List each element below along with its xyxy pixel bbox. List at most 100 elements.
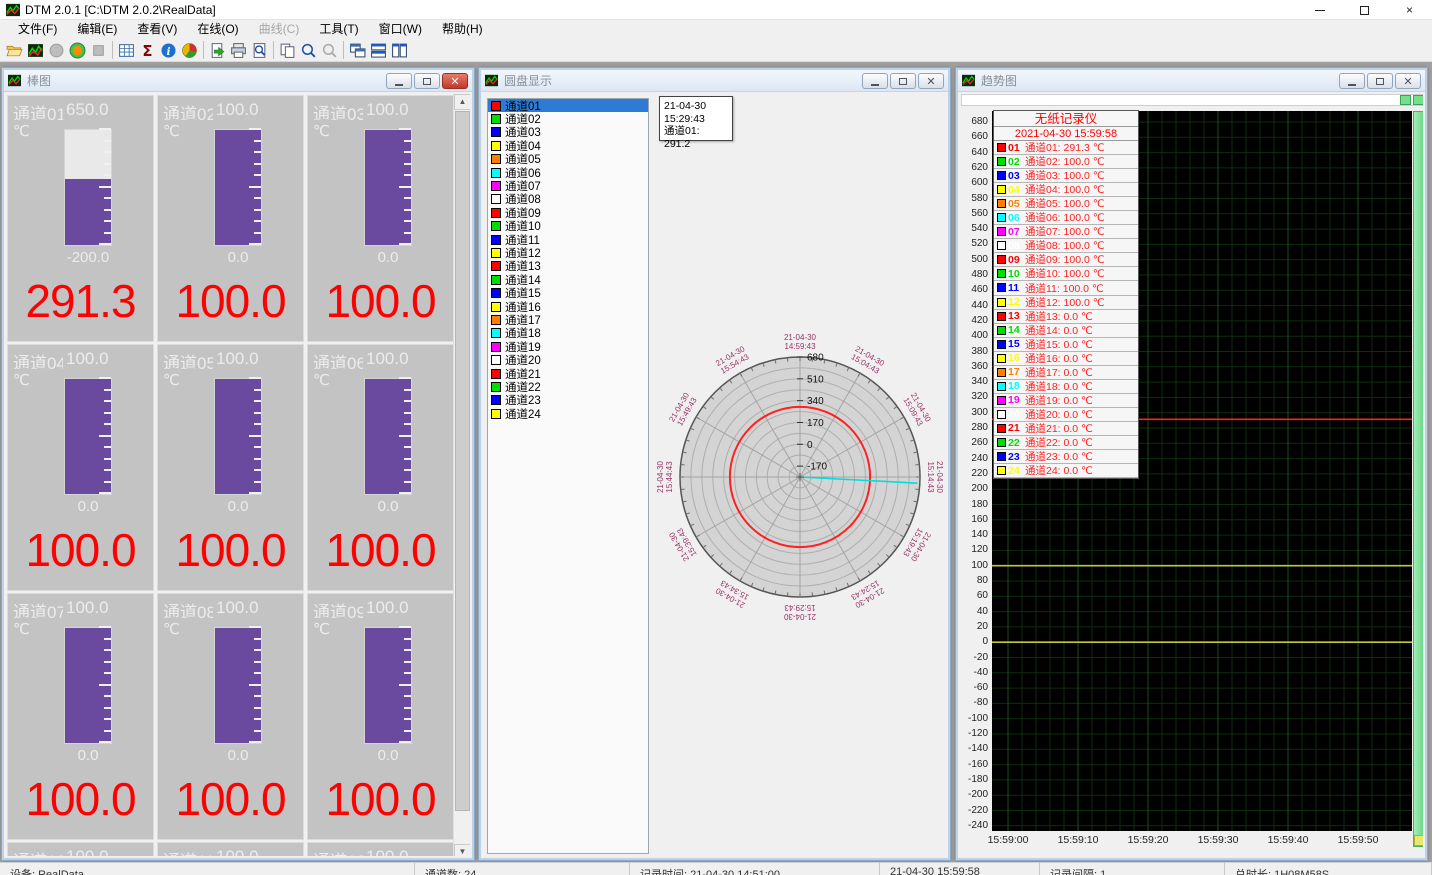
legend-color-swatch: [997, 396, 1006, 405]
legend-channel-number: 14: [1008, 324, 1025, 336]
open-folder-icon[interactable]: [4, 40, 25, 60]
bar-window-scrollbar[interactable]: ▲ ▼: [453, 94, 470, 856]
x-axis-tick-label: 15:59:40: [1258, 834, 1318, 846]
main-title-bar[interactable]: DTM 2.0.1 [C:\DTM 2.0.2\RealData] ×: [0, 0, 1432, 20]
channel-name: 通道02: [163, 100, 213, 120]
bar-track: [214, 378, 262, 495]
y-axis-tick-label: 400: [960, 330, 988, 341]
tile-vertical-icon[interactable]: [389, 40, 410, 60]
disc-minimize-button[interactable]: [862, 73, 888, 89]
sum-icon[interactable]: Σ: [137, 40, 158, 60]
trend-restore-button[interactable]: [1367, 73, 1393, 89]
legend-channel-value: 通道07: 100.0 ℃: [1025, 224, 1105, 239]
legend-channel-number: 02: [1008, 156, 1025, 168]
legend-channel-number: 05: [1008, 198, 1025, 210]
record-disabled-icon[interactable]: [46, 40, 67, 60]
legend-channel-number: 16: [1008, 352, 1025, 364]
legend-color-swatch: [997, 255, 1006, 264]
channel-color-swatch: [491, 355, 501, 365]
trend-window-title-bar[interactable]: 趋势图 ✕: [958, 70, 1425, 92]
menu-edit[interactable]: 编辑(E): [67, 20, 127, 39]
data-table-icon[interactable]: [116, 40, 137, 60]
channel-color-swatch: [491, 154, 501, 164]
trend-legend: 无纸记录仪 2021-04-30 15:59:58 01通道01: 291.3 …: [993, 110, 1139, 479]
legend-channel-number: 09: [1008, 254, 1025, 266]
menu-window[interactable]: 窗口(W): [369, 20, 432, 39]
disc-window-title-bar[interactable]: 圆盘显示 ✕: [481, 70, 948, 92]
bar-gauge-grid: 通道01650.0℃-200.0291.3通道02100.0℃0.0100.0通…: [6, 94, 456, 856]
close-button[interactable]: ×: [1387, 0, 1432, 20]
scroll-down-icon[interactable]: ▼: [454, 844, 470, 856]
print-icon[interactable]: [228, 40, 249, 60]
legend-channel-number: 22: [1008, 437, 1025, 449]
bar-minimize-button[interactable]: [386, 73, 412, 89]
legend-color-swatch: [997, 241, 1006, 250]
channel-color-swatch: [491, 248, 501, 258]
copy-icon[interactable]: [277, 40, 298, 60]
disc-restore-button[interactable]: [890, 73, 916, 89]
svg-text:-170: -170: [807, 462, 827, 473]
menu-view[interactable]: 查看(V): [127, 20, 187, 39]
svg-text:Σ: Σ: [142, 42, 152, 59]
trend-window-title: 趋势图: [981, 72, 1017, 89]
maximize-button[interactable]: [1342, 0, 1387, 20]
scroll-corner-icon[interactable]: [1414, 835, 1423, 846]
channel-color-swatch: [491, 127, 501, 137]
menu-file[interactable]: 文件(F): [8, 20, 67, 39]
y-axis-tick-label: -160: [960, 759, 988, 770]
info-icon[interactable]: i: [158, 40, 179, 60]
cascade-windows-icon[interactable]: [347, 40, 368, 60]
scale-min: 0.0: [158, 249, 318, 266]
bar-gauge-cell: 通道04100.0℃0.0100.0: [7, 344, 154, 591]
zoom-disabled-icon[interactable]: [319, 40, 340, 60]
menu-curve[interactable]: 曲线(C): [249, 20, 310, 39]
scroll-arrow-icon[interactable]: [1413, 95, 1423, 105]
y-axis-tick-label: 500: [960, 254, 988, 265]
bar-chart-window: 棒图 ✕ 通道01650.0℃-200.0291.3通道02100.0℃0.01…: [2, 68, 474, 860]
scroll-thumb-icon[interactable]: [1400, 95, 1411, 105]
realtime-chart-icon[interactable]: [25, 40, 46, 60]
pie-chart-icon[interactable]: [179, 40, 200, 60]
y-axis-tick-label: 480: [960, 269, 988, 280]
bar-restore-button[interactable]: [414, 73, 440, 89]
y-axis-tick-label: -240: [960, 820, 988, 831]
channel-name: 通道06: [313, 349, 363, 369]
stop-disabled-icon[interactable]: [88, 40, 109, 60]
trend-v-scrollbar[interactable]: [1413, 111, 1423, 847]
print-preview-icon[interactable]: [249, 40, 270, 60]
y-axis-tick-label: -180: [960, 774, 988, 785]
menu-help[interactable]: 帮助(H): [432, 20, 493, 39]
channel-item[interactable]: 通道24: [488, 407, 648, 420]
menu-online[interactable]: 在线(O): [187, 20, 248, 39]
bar-close-button[interactable]: ✕: [442, 73, 468, 89]
svg-text:21-04-30: 21-04-30: [935, 461, 944, 494]
legend-row: 01通道01: 291.3 ℃: [994, 141, 1138, 155]
trend-h-scrollbar[interactable]: [961, 94, 1423, 106]
y-axis-tick-label: 220: [960, 468, 988, 479]
bar-track: [214, 129, 262, 246]
legend-row: 16通道16: 0.0 ℃: [994, 352, 1138, 366]
trend-minimize-button[interactable]: [1339, 73, 1365, 89]
legend-row: 05通道05: 100.0 ℃: [994, 197, 1138, 211]
legend-row: 15通道15: 0.0 ℃: [994, 338, 1138, 352]
scroll-up-icon[interactable]: ▲: [454, 94, 470, 110]
channel-color-swatch: [491, 208, 501, 218]
trend-close-button[interactable]: ✕: [1395, 73, 1421, 89]
zoom-icon[interactable]: [298, 40, 319, 60]
tile-horizontal-icon[interactable]: [368, 40, 389, 60]
y-axis-tick-label: 660: [960, 131, 988, 142]
disc-close-button[interactable]: ✕: [918, 73, 944, 89]
svg-text:15:44:43: 15:44:43: [665, 461, 674, 493]
bar-window-title: 棒图: [27, 72, 51, 89]
legend-row: 19通道19: 0.0 ℃: [994, 394, 1138, 408]
y-axis-tick-label: 360: [960, 361, 988, 372]
menu-tools[interactable]: 工具(T): [309, 20, 368, 39]
record-icon[interactable]: [67, 40, 88, 60]
scrollbar-thumb[interactable]: [455, 111, 470, 811]
minimize-button[interactable]: [1297, 0, 1342, 20]
export-icon[interactable]: [207, 40, 228, 60]
scale-max: 650.0: [66, 100, 109, 120]
bar-window-title-bar[interactable]: 棒图 ✕: [4, 70, 472, 92]
legend-channel-number: 20: [1008, 408, 1025, 420]
legend-color-swatch: [997, 382, 1006, 391]
